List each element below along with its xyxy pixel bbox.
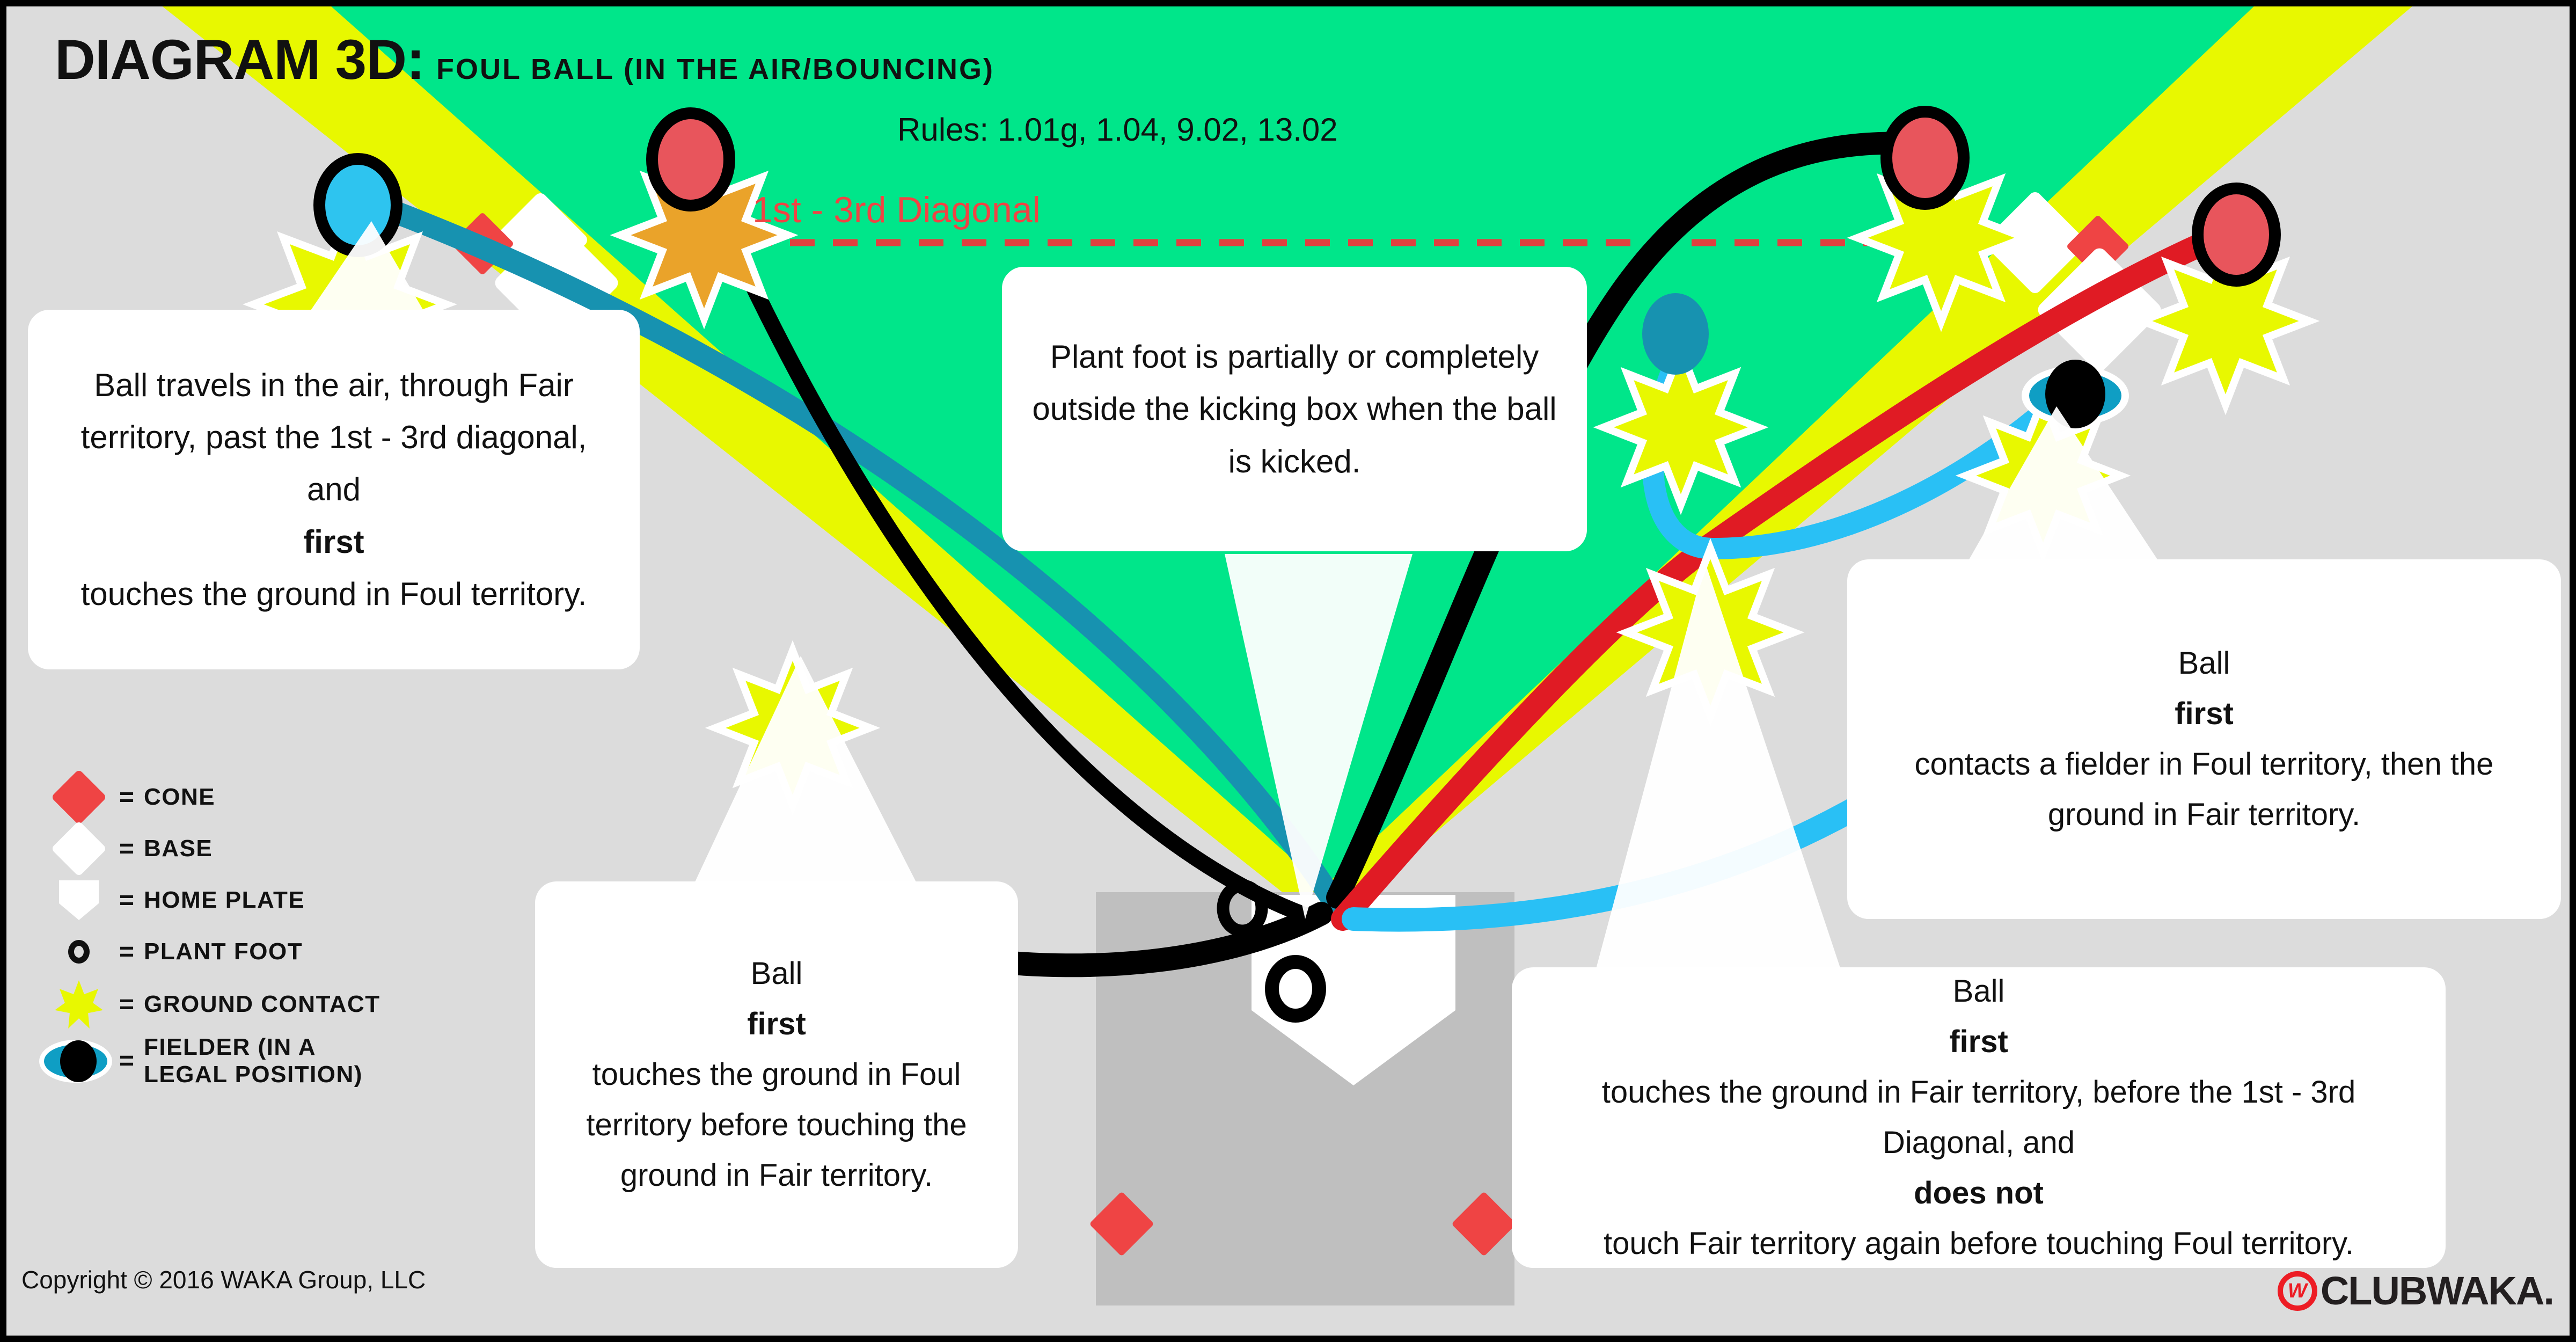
legend-equals-3: = bbox=[119, 937, 135, 966]
ball-blue-left bbox=[313, 153, 402, 257]
legend-label-fielder: FIELDER (IN A LEGAL POSITION) bbox=[144, 1034, 363, 1088]
ball-teal-right bbox=[1642, 293, 1709, 375]
plant-foot-icon bbox=[39, 940, 119, 964]
legend-equals-4: = bbox=[119, 990, 135, 1019]
legend-equals-1: = bbox=[119, 834, 135, 863]
callout-foul-before-fair: Ball first touches the ground in Foul te… bbox=[535, 881, 1018, 1268]
page-subtitle: FOUL BALL (IN THE AIR/BOUNCING) bbox=[436, 53, 994, 85]
page-title: DIAGRAM 3D: bbox=[55, 28, 425, 91]
callout-fair-before-diagonal: Ball first touches the ground in Fair te… bbox=[1512, 967, 2446, 1268]
legend-label-base: BASE bbox=[144, 835, 213, 862]
callout-left-before: Ball travels in the air, through Fair te… bbox=[80, 367, 587, 508]
legend-label-ground-contact: GROUND CONTACT bbox=[144, 990, 380, 1017]
legend-label-plant-foot: PLANT FOOT bbox=[144, 938, 303, 965]
callout-left-after: touches the ground in Foul territory. bbox=[80, 575, 587, 612]
callout-center-text: Plant foot is partially or completely ou… bbox=[1032, 339, 1557, 479]
brand-wordmark: CLUBWAKA. bbox=[2320, 1268, 2555, 1313]
legend-item-ground-contact: = GROUND CONTACT bbox=[39, 980, 575, 1029]
callout-botright-bold: first bbox=[1949, 1024, 2008, 1060]
callout-bottom-before: Ball bbox=[750, 956, 803, 991]
callout-botright-before: Ball bbox=[1952, 974, 2005, 1009]
legend-label-cone: CONE bbox=[144, 783, 216, 810]
home-plate-icon bbox=[39, 880, 119, 920]
callout-plant-foot: Plant foot is partially or completely ou… bbox=[1002, 267, 1587, 551]
legend-item-plant-foot: = PLANT FOOT bbox=[39, 929, 575, 975]
callout-botright-mid: touches the ground in Fair territory, be… bbox=[1601, 1075, 2356, 1160]
legend-equals-2: = bbox=[119, 886, 135, 915]
ball-red-left bbox=[646, 107, 735, 211]
base-diamond-icon bbox=[39, 820, 119, 877]
callout-in-air-foul: Ball travels in the air, through Fair te… bbox=[28, 310, 640, 669]
callout-right-after: contacts a fielder in Foul territory, th… bbox=[1914, 747, 2494, 832]
diagonal-label: 1st - 3rd Diagonal bbox=[752, 189, 1041, 230]
callout-bottom-bold: first bbox=[747, 1007, 806, 1042]
title-block: DIAGRAM 3D: FOUL BALL (IN THE AIR/BOUNCIN… bbox=[55, 28, 994, 92]
clubwaka-mark-icon: W bbox=[2277, 1271, 2317, 1311]
diagram-stage: DIAGRAM 3D: FOUL BALL (IN THE AIR/BOUNCIN… bbox=[6, 6, 2570, 1336]
callout-botright-bold2: does not bbox=[1914, 1175, 2044, 1210]
ball-red-far-right bbox=[2192, 183, 2281, 287]
ball-red-top-right bbox=[1880, 106, 1970, 210]
ground-contact-star-icon bbox=[39, 980, 119, 1029]
legend-equals-0: = bbox=[119, 783, 135, 812]
legend-item-fielder: = FIELDER (IN A LEGAL POSITION) bbox=[39, 1034, 575, 1088]
legend-item-cone: = CONE bbox=[39, 769, 575, 826]
legend-item-base: = BASE bbox=[39, 820, 575, 877]
legend: = CONE = BASE = HOME PLATE = PLANT FOOT … bbox=[39, 769, 575, 1093]
callout-fielder-contact: Ball first contacts a fielder in Foul te… bbox=[1847, 559, 2561, 919]
callout-botright-after: touch Fair territory again before touchi… bbox=[1603, 1226, 2354, 1261]
legend-item-home-plate: = HOME PLATE bbox=[39, 877, 575, 923]
copyright-text: Copyright © 2016 WAKA Group, LLC bbox=[21, 1266, 426, 1294]
callout-right-bold: first bbox=[2175, 696, 2234, 732]
rules-reference: Rules: 1.01g, 1.04, 9.02, 13.02 bbox=[897, 112, 1338, 148]
cone-diamond-icon bbox=[39, 769, 119, 826]
brand-logo: W CLUBWAKA. bbox=[2277, 1268, 2555, 1314]
callout-right-before: Ball bbox=[2178, 646, 2230, 681]
callout-left-bold: first bbox=[303, 523, 364, 560]
fielder-icon bbox=[39, 1040, 119, 1082]
callout-bottom-after: touches the ground in Foul territory bef… bbox=[586, 1057, 967, 1193]
diagram-root: DIAGRAM 3D: FOUL BALL (IN THE AIR/BOUNCIN… bbox=[0, 0, 2576, 1342]
legend-equals-5: = bbox=[119, 1047, 135, 1076]
legend-label-home-plate: HOME PLATE bbox=[144, 886, 305, 913]
